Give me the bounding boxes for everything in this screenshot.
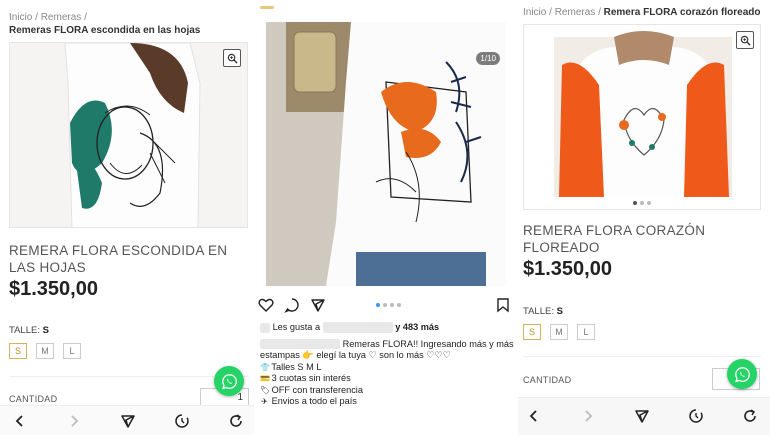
likes-line: Les gusta a y 483 más <box>260 322 514 334</box>
refresh-icon[interactable] <box>742 408 758 424</box>
size-option-m[interactable]: M <box>36 343 54 359</box>
share-icon[interactable] <box>634 408 650 424</box>
bullet-line: 👕 Talles S M L <box>260 361 322 372</box>
instagram-post: 1/10 Les gusta a y 483 más Remeras FLORA… <box>256 0 516 435</box>
comment-icon[interactable] <box>284 297 300 313</box>
product-title: REMERA FLORA CORAZÓN FLOREADO <box>523 223 706 255</box>
blurred-account <box>260 339 340 350</box>
product-image[interactable] <box>523 24 761 210</box>
divider <box>523 356 761 357</box>
browser-nav-bar <box>0 405 254 435</box>
size-label: TALLE: S <box>9 325 49 336</box>
image-counter: 1/10 <box>476 52 500 65</box>
size-label: TALLE: S <box>523 306 563 317</box>
bullet-line: ✈ Envios a todo el país <box>261 396 357 406</box>
product-title: REMERA FLORA ESCONDIDA EN LAS HOJAS <box>9 243 228 275</box>
size-option-l[interactable]: L <box>63 343 81 359</box>
caption-line: Remeras FLORA!! Ingresando más y más <box>260 339 514 351</box>
quantity-label: CANTIDAD <box>523 375 572 385</box>
breadcrumb-home[interactable]: Inicio <box>523 7 546 18</box>
post-caption: Les gusta a y 483 más Remeras FLORA!! In… <box>260 322 514 408</box>
like-icon[interactable] <box>258 297 274 313</box>
back-icon[interactable] <box>526 408 542 424</box>
refresh-icon[interactable] <box>228 413 244 429</box>
plane-icon: ✈ <box>261 397 268 406</box>
zoom-icon[interactable] <box>223 49 241 67</box>
product-page-right: Inicio / Remeras / Remera FLORA corazón … <box>518 0 770 435</box>
share-icon[interactable] <box>120 413 136 429</box>
tag-icon: 🏷 <box>260 385 271 395</box>
whatsapp-button[interactable] <box>214 366 244 396</box>
whatsapp-button[interactable] <box>727 359 757 389</box>
history-icon[interactable] <box>174 413 190 429</box>
divider <box>9 376 249 377</box>
size-option-s[interactable]: S <box>9 343 27 359</box>
history-icon[interactable] <box>688 408 704 424</box>
avatar <box>260 322 270 333</box>
back-icon[interactable] <box>12 413 28 429</box>
top-strip <box>256 0 516 18</box>
zoom-icon[interactable] <box>736 31 754 49</box>
carousel-dots <box>633 201 651 205</box>
bullet-line: 🏷 OFF con transferencia <box>260 384 363 395</box>
breadcrumb-home[interactable]: Inicio <box>9 12 32 23</box>
breadcrumb-section[interactable]: Remeras <box>555 7 596 18</box>
breadcrumb-current: Remeras FLORA escondida en las hojas <box>9 25 201 36</box>
breadcrumb-current: Remera FLORA corazón floreado <box>603 7 761 18</box>
carousel-dots <box>376 303 401 307</box>
bookmark-icon[interactable] <box>495 297 511 313</box>
blurred-username <box>322 322 393 334</box>
caption-line: estampas 👉 elegí la tuya ♡ son lo más ♡♡… <box>260 350 451 360</box>
breadcrumb: Inicio / Remeras / Remeras FLORA escondi… <box>9 12 201 36</box>
shirt-icon: 👕 <box>260 362 270 372</box>
size-option-l[interactable]: L <box>577 324 595 340</box>
tshirt-photo <box>266 22 506 286</box>
breadcrumb: Inicio / Remeras / Remera FLORA corazón … <box>523 7 761 18</box>
forward-icon[interactable] <box>66 413 82 429</box>
product-image[interactable] <box>9 42 248 228</box>
quantity-label: CANTIDAD <box>9 394 58 404</box>
product-page-left: Inicio / Remeras / Remeras FLORA escondi… <box>0 0 254 435</box>
forward-icon[interactable] <box>580 408 596 424</box>
browser-nav-bar <box>518 397 770 435</box>
bullet-line: 💳 3 cuotas sin interés <box>260 373 351 383</box>
product-price: $1.350,00 <box>523 258 612 280</box>
post-image[interactable]: 1/10 <box>266 22 506 286</box>
whatsapp-icon <box>221 373 237 389</box>
tshirt-photo <box>524 25 760 209</box>
card-icon: 💳 <box>260 374 270 383</box>
send-icon[interactable] <box>310 297 326 313</box>
tshirt-photo <box>10 43 247 227</box>
size-option-s[interactable]: S <box>523 324 541 340</box>
product-price: $1.350,00 <box>9 278 98 300</box>
whatsapp-icon <box>734 366 750 382</box>
breadcrumb-section[interactable]: Remeras <box>41 12 82 23</box>
size-option-m[interactable]: M <box>550 324 568 340</box>
